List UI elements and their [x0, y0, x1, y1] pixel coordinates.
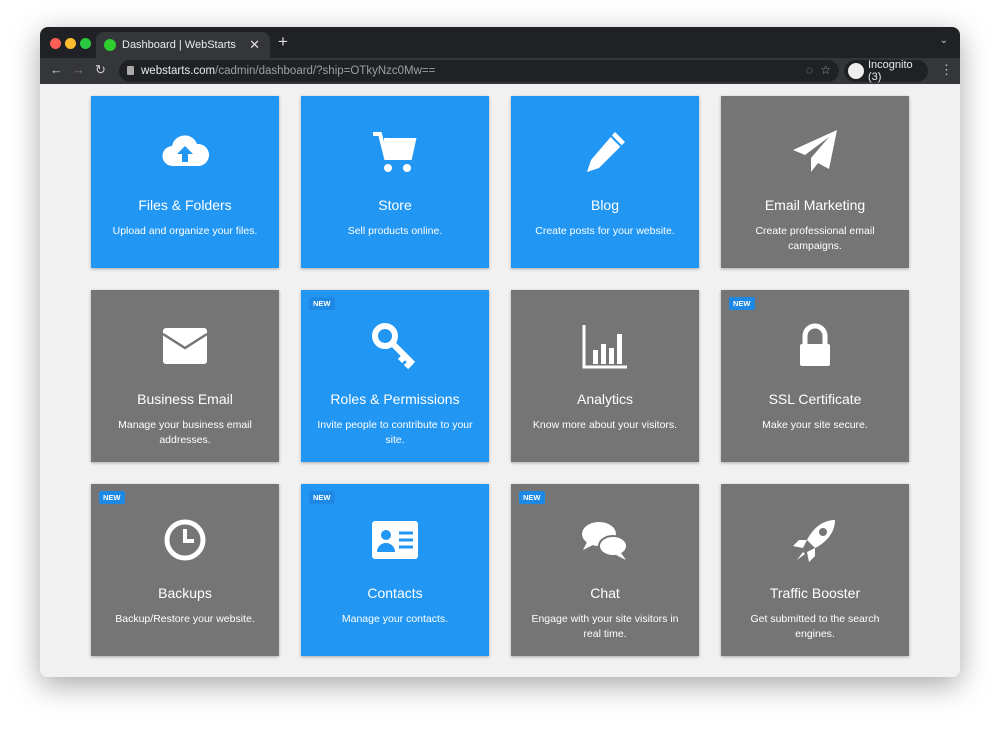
card-title: Blog [590, 197, 620, 213]
minimize-window-button[interactable] [65, 38, 76, 49]
card-description: Manage your business email addresses. [118, 419, 252, 446]
tab-search-chevron-icon[interactable]: ⌄ [940, 35, 948, 46]
card-title: Contacts [367, 585, 423, 601]
new-badge: NEW [309, 491, 335, 504]
card-business-email[interactable]: Business Email Manage your business email… [91, 290, 279, 462]
card-description: Sell products online. [347, 225, 443, 237]
envelope-icon [91, 322, 279, 370]
rocket-icon [721, 516, 909, 564]
card-backups[interactable]: NEW Backups Backup/Restore your website. [91, 484, 279, 656]
paper-plane-icon [721, 128, 909, 176]
maximize-window-button[interactable] [80, 38, 91, 49]
card-roles-permissions[interactable]: NEW Roles & Permissions Invite people to c… [301, 290, 489, 462]
card-description: Invite people to contribute to your site… [317, 419, 473, 446]
incognito-icon [848, 63, 864, 79]
card-title: Chat [590, 585, 620, 601]
browser-toolbar: ← → ↻ webstarts.com/cadmin/dashboard/?sh… [40, 58, 960, 84]
new-tab-icon[interactable]: + [278, 32, 288, 52]
card-traffic-booster[interactable]: Traffic Booster Get submitted to the sear… [721, 484, 909, 656]
card-description: Create professional email campaigns. [755, 225, 875, 252]
cloud-upload-icon [91, 128, 279, 176]
chat-bubbles-icon [511, 516, 699, 564]
lock-icon [127, 66, 134, 75]
eye-off-icon[interactable]: ◌ [806, 63, 813, 77]
address-bar[interactable]: webstarts.com/cadmin/dashboard/?ship=OTk… [119, 60, 839, 82]
new-badge: NEW [519, 491, 545, 504]
card-description: Upload and organize your files. [112, 225, 258, 237]
card-email-marketing[interactable]: Email Marketing Create professional email… [721, 96, 909, 268]
card-description: Get submitted to the search engines. [750, 613, 880, 640]
card-analytics[interactable]: Analytics Know more about your visitors. [511, 290, 699, 462]
card-title: Traffic Booster [769, 585, 861, 601]
favicon-icon [104, 39, 116, 51]
card-title: SSL Certificate [768, 391, 862, 407]
pencil-icon [511, 128, 699, 176]
card-title: Analytics [576, 391, 634, 407]
card-chat[interactable]: NEW Chat Engage with your site visitors in… [511, 484, 699, 656]
card-blog[interactable]: Blog Create posts for your website. [511, 96, 699, 268]
reload-icon[interactable]: ↻ [95, 62, 106, 78]
shopping-cart-icon [301, 128, 489, 176]
menu-icon[interactable]: ⋮ [940, 62, 953, 78]
card-ssl-certificate[interactable]: NEW SSL Certificate Make your site secure. [721, 290, 909, 462]
card-files-folders[interactable]: Files & Folders Upload and organize your … [91, 96, 279, 268]
contact-card-icon [301, 516, 489, 564]
profile-label: Incognito (3) [868, 59, 913, 83]
tab-title: Dashboard | WebStarts [122, 39, 236, 51]
card-description: Backup/Restore your website. [115, 613, 255, 625]
dashboard-grid: Files & Folders Upload and organize your … [40, 84, 960, 677]
tab-bar: Dashboard | WebStarts ✕ + ⌄ [40, 27, 960, 58]
bar-chart-icon [511, 322, 699, 370]
card-title: Store [378, 197, 412, 213]
card-title: Email Marketing [764, 197, 866, 213]
key-icon [301, 322, 489, 370]
card-store[interactable]: Store Sell products online. [301, 96, 489, 268]
clock-icon [91, 516, 279, 564]
card-title: Backups [158, 585, 212, 601]
new-badge: NEW [99, 491, 125, 504]
card-title: Roles & Permissions [330, 391, 460, 407]
close-tab-icon[interactable]: ✕ [249, 37, 260, 53]
incognito-profile-button[interactable]: Incognito (3) [844, 59, 928, 83]
card-title: Business Email [137, 391, 233, 407]
card-title: Files & Folders [138, 197, 232, 213]
url-domain: webstarts.com [141, 65, 216, 77]
lock-icon [721, 322, 909, 370]
star-icon[interactable]: ☆ [820, 63, 831, 77]
new-badge: NEW [729, 297, 755, 310]
card-description: Know more about your visitors. [532, 419, 678, 431]
browser-window: Dashboard | WebStarts ✕ + ⌄ ← → ↻ websta… [40, 27, 960, 677]
back-icon[interactable]: ← [50, 62, 63, 77]
card-description: Engage with your site visitors in real t… [531, 613, 679, 640]
card-description: Create posts for your website. [535, 225, 675, 237]
new-badge: NEW [309, 297, 335, 310]
browser-tab[interactable]: Dashboard | WebStarts ✕ [96, 32, 270, 58]
card-description: Make your site secure. [762, 419, 868, 431]
forward-icon[interactable]: → [72, 62, 85, 77]
card-contacts[interactable]: NEW Contacts Manage your contacts. [301, 484, 489, 656]
card-description: Manage your contacts. [341, 613, 449, 625]
url-path: /cadmin/dashboard/?ship=OTkyNzc0Mw== [215, 65, 436, 77]
close-window-button[interactable] [50, 38, 61, 49]
